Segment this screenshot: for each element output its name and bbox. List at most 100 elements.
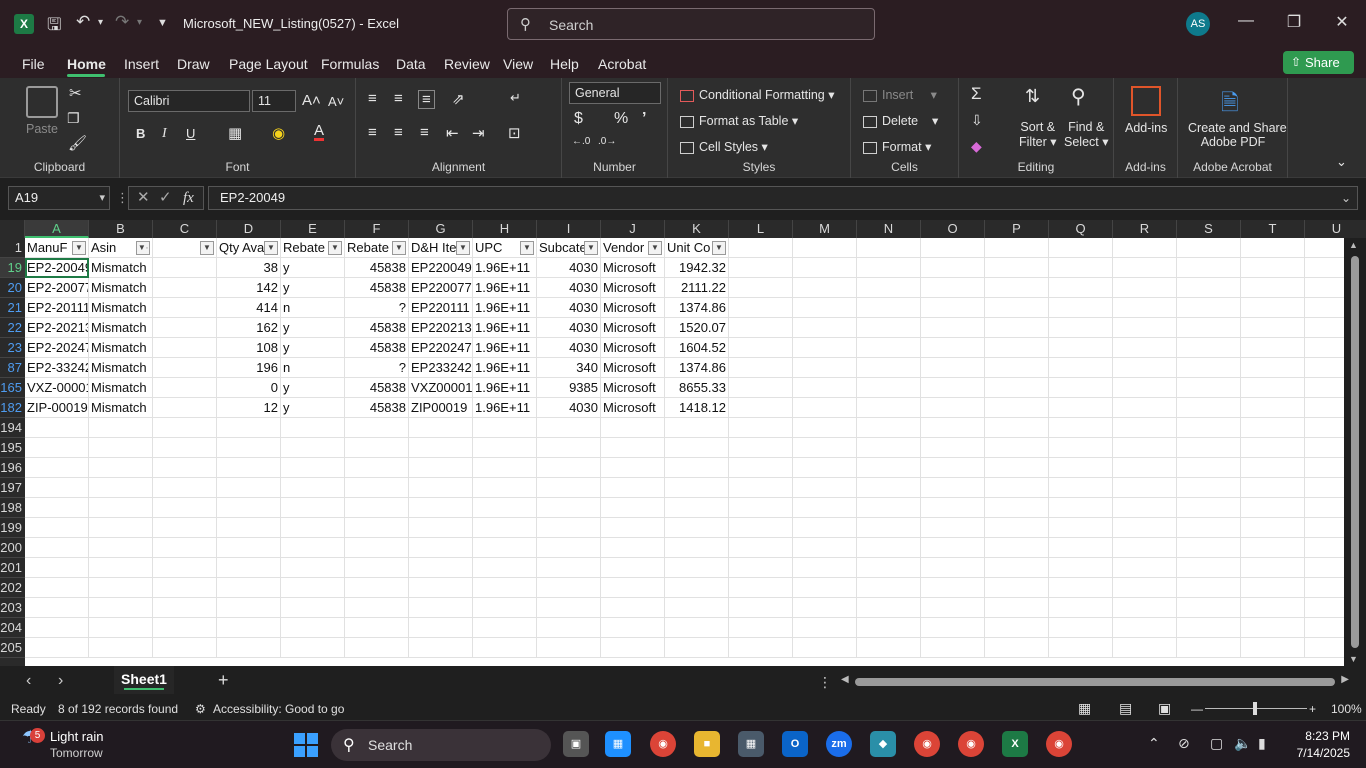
table-cell[interactable] <box>985 318 1049 338</box>
table-cell[interactable] <box>793 398 857 418</box>
table-cell[interactable] <box>281 418 345 438</box>
row-header[interactable]: 202 <box>0 578 25 598</box>
align-right-icon[interactable]: ≡ <box>420 124 429 141</box>
table-cell[interactable] <box>1113 538 1177 558</box>
row-header[interactable]: 87 <box>0 358 25 378</box>
table-cell[interactable]: 2111.22 <box>665 278 729 298</box>
table-cell[interactable] <box>473 558 537 578</box>
scroll-up-icon[interactable]: ▲ <box>1349 240 1358 250</box>
chrome-icon[interactable]: ◉ <box>650 731 676 757</box>
table-cell[interactable] <box>1241 398 1305 418</box>
app-icon[interactable]: ◆ <box>870 731 896 757</box>
table-cell[interactable] <box>921 478 985 498</box>
table-cell[interactable] <box>1241 598 1305 618</box>
column-header-l[interactable]: L <box>729 220 793 238</box>
search-box[interactable]: ⚲ Search <box>507 8 875 40</box>
table-cell[interactable] <box>25 438 89 458</box>
tab-acrobat[interactable]: Acrobat <box>598 56 646 72</box>
table-cell[interactable] <box>1177 278 1241 298</box>
table-cell[interactable] <box>217 518 281 538</box>
table-cell[interactable] <box>153 458 217 478</box>
table-cell[interactable] <box>1177 258 1241 278</box>
table-cell[interactable]: 1418.12 <box>665 398 729 418</box>
table-cell[interactable] <box>729 578 793 598</box>
table-cell[interactable] <box>1049 298 1113 318</box>
table-cell[interactable] <box>729 358 793 378</box>
table-cell[interactable] <box>793 598 857 618</box>
autosum-icon[interactable]: Σ <box>971 84 982 104</box>
table-cell[interactable] <box>857 538 921 558</box>
table-cell[interactable] <box>537 458 601 478</box>
row-header[interactable]: 205 <box>0 638 25 658</box>
table-cell[interactable]: Mismatch <box>89 318 153 338</box>
task-view-icon[interactable]: ▣ <box>563 731 589 757</box>
table-cell[interactable] <box>1049 538 1113 558</box>
table-cell[interactable] <box>665 578 729 598</box>
tab-split-handle-icon[interactable]: ⋮ <box>818 674 832 691</box>
table-cell[interactable] <box>409 618 473 638</box>
table-cell[interactable]: 4030 <box>537 298 601 318</box>
table-cell[interactable] <box>921 618 985 638</box>
table-cell[interactable]: ? <box>345 298 409 318</box>
table-cell[interactable] <box>601 558 665 578</box>
table-cell[interactable]: 4030 <box>537 338 601 358</box>
table-cell[interactable]: 4030 <box>537 258 601 278</box>
table-cell[interactable] <box>729 378 793 398</box>
horizontal-scrollbar[interactable]: ◀ ▶ <box>841 674 1349 690</box>
header-cell[interactable] <box>985 238 1049 258</box>
sort-filter-button[interactable]: Sort & Filter ▾ <box>1019 120 1057 149</box>
table-cell[interactable] <box>153 318 217 338</box>
table-cell[interactable]: 1.96E+11 <box>473 358 537 378</box>
table-cell[interactable] <box>1241 618 1305 638</box>
table-cell[interactable] <box>729 498 793 518</box>
column-header-u[interactable]: U <box>1305 220 1366 238</box>
tab-insert[interactable]: Insert <box>124 56 159 72</box>
table-cell[interactable] <box>793 338 857 358</box>
table-cell[interactable]: Microsoft <box>601 358 665 378</box>
table-cell[interactable]: 4030 <box>537 398 601 418</box>
table-cell[interactable] <box>985 458 1049 478</box>
table-cell[interactable] <box>89 578 153 598</box>
table-cell[interactable] <box>25 618 89 638</box>
table-cell[interactable] <box>985 498 1049 518</box>
table-cell[interactable]: Microsoft <box>601 398 665 418</box>
table-cell[interactable] <box>1113 278 1177 298</box>
table-cell[interactable] <box>217 558 281 578</box>
table-cell[interactable]: 4030 <box>537 318 601 338</box>
column-header-p[interactable]: P <box>985 220 1049 238</box>
table-cell[interactable] <box>153 378 217 398</box>
table-cell[interactable] <box>1177 558 1241 578</box>
decrease-indent-icon[interactable]: ⇤ <box>446 124 459 142</box>
table-cell[interactable] <box>409 458 473 478</box>
table-cell[interactable]: EP2-33242 <box>25 358 89 378</box>
weather-label[interactable]: Light rain <box>50 729 103 744</box>
header-cell[interactable] <box>1177 238 1241 258</box>
row-header[interactable]: 165 <box>0 378 25 398</box>
table-cell[interactable] <box>1049 578 1113 598</box>
table-cell[interactable] <box>217 418 281 438</box>
table-cell[interactable] <box>1113 418 1177 438</box>
table-cell[interactable] <box>1241 478 1305 498</box>
zoom-out-icon[interactable]: — <box>1191 702 1203 716</box>
table-cell[interactable] <box>153 598 217 618</box>
merge-center-icon[interactable]: ⊡ <box>508 124 521 142</box>
comma-style-icon[interactable]: ’ <box>642 110 646 128</box>
conditional-formatting-button[interactable]: Conditional Formatting ▾ <box>680 87 835 102</box>
table-cell[interactable] <box>729 638 793 658</box>
column-header-a[interactable]: A <box>25 220 89 238</box>
share-button[interactable]: ⇧ Share <box>1283 51 1354 74</box>
table-cell[interactable]: EP220111 <box>409 298 473 318</box>
table-cell[interactable] <box>601 618 665 638</box>
table-cell[interactable]: Mismatch <box>89 278 153 298</box>
table-cell[interactable] <box>857 278 921 298</box>
table-cell[interactable] <box>921 598 985 618</box>
table-cell[interactable] <box>857 558 921 578</box>
table-cell[interactable] <box>153 258 217 278</box>
table-cell[interactable] <box>409 478 473 498</box>
table-cell[interactable] <box>793 518 857 538</box>
expand-formula-bar-icon[interactable]: ⌄ <box>1341 187 1351 209</box>
table-cell[interactable] <box>729 258 793 278</box>
table-cell[interactable]: Microsoft <box>601 318 665 338</box>
table-cell[interactable] <box>1177 518 1241 538</box>
table-cell[interactable] <box>153 358 217 378</box>
